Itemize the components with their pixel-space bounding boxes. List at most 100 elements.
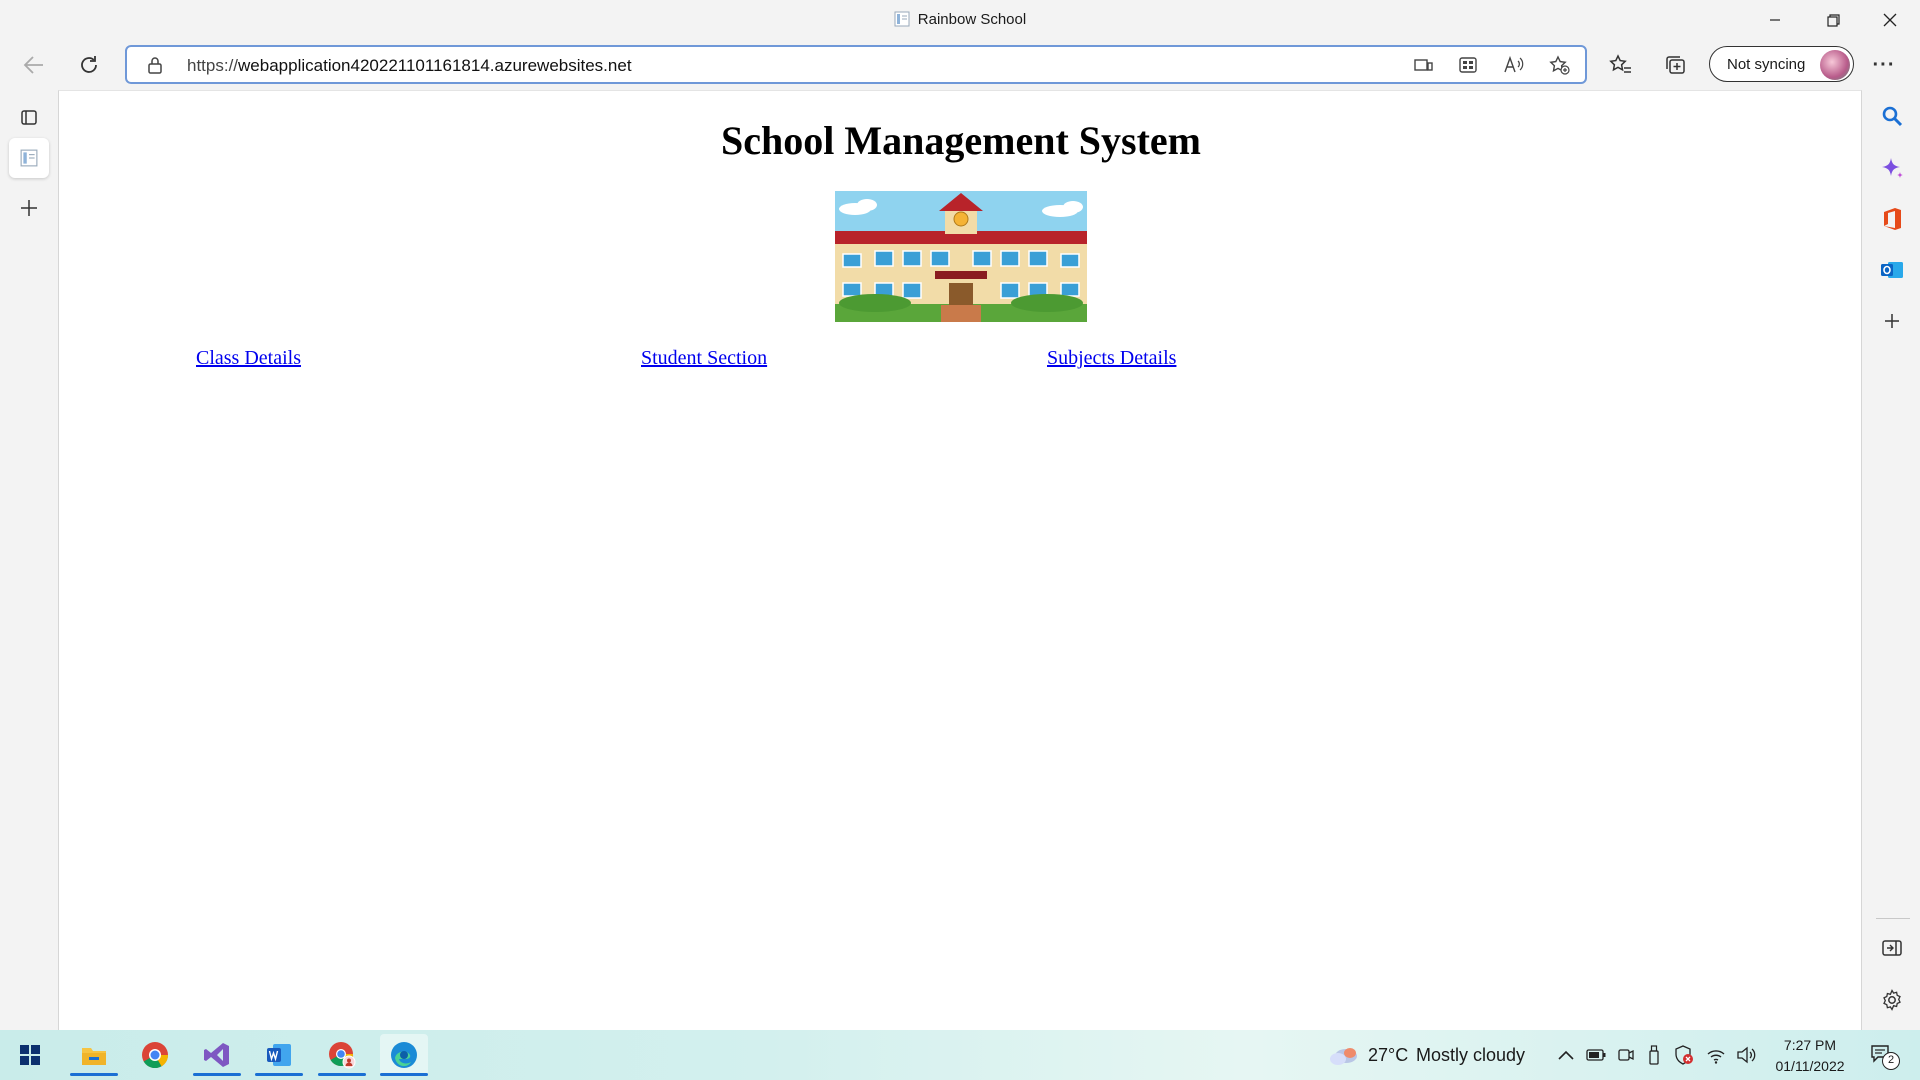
sidebar-add-button[interactable] xyxy=(1879,308,1905,334)
url-prefix: https:// xyxy=(187,56,239,75)
vertical-tabs-panel xyxy=(0,90,58,1030)
profile-sync-button[interactable]: Not syncing xyxy=(1709,46,1854,82)
app-available-icon[interactable] xyxy=(1412,55,1434,75)
read-aloud-icon[interactable] xyxy=(1503,55,1525,75)
tab-actions-button[interactable] xyxy=(9,97,49,137)
back-button[interactable] xyxy=(16,48,52,82)
url-text[interactable]: https://webapplication420221101161814.az… xyxy=(187,56,632,76)
student-section-link[interactable]: Student Section xyxy=(641,347,767,370)
clock-time: 7:27 PM xyxy=(1783,1037,1837,1053)
restore-button[interactable] xyxy=(1805,0,1861,40)
volume-tray-icon[interactable] xyxy=(1736,1045,1756,1065)
folder-icon xyxy=(82,1048,106,1065)
chrome-profile-icon xyxy=(329,1042,356,1069)
active-indicator xyxy=(380,1073,428,1076)
taskbar-edge[interactable] xyxy=(380,1034,428,1076)
hide-sidebar-icon xyxy=(1882,940,1902,956)
camera-icon xyxy=(1618,1049,1634,1061)
avatar xyxy=(1820,50,1850,80)
shield-warning-icon xyxy=(1675,1045,1693,1065)
active-indicator xyxy=(70,1073,118,1076)
favorites-button[interactable] xyxy=(1603,48,1639,82)
restore-icon xyxy=(1826,13,1840,27)
sparkle-icon xyxy=(1882,158,1903,178)
show-hidden-icons-button[interactable] xyxy=(1556,1045,1576,1065)
lock-icon[interactable] xyxy=(147,56,163,74)
address-bar[interactable]: https://webapplication420221101161814.az… xyxy=(125,45,1587,84)
chevron-up-icon xyxy=(1558,1050,1574,1060)
vertical-tab-rainbow-school[interactable] xyxy=(9,138,49,178)
start-button[interactable] xyxy=(6,1034,54,1076)
url-host: webapplication420221101161814.azurewebsi… xyxy=(238,56,632,75)
refresh-button[interactable] xyxy=(71,48,107,82)
outlook-icon xyxy=(1881,262,1903,278)
sidebar-divider xyxy=(1876,918,1910,919)
network-tray-icon[interactable] xyxy=(1706,1045,1726,1065)
search-icon xyxy=(1882,106,1903,127)
collections-button[interactable] xyxy=(1657,48,1693,82)
wifi-icon xyxy=(1707,1050,1725,1064)
clock-date: 01/11/2022 xyxy=(1775,1058,1845,1074)
gear-icon xyxy=(1883,989,1901,1011)
tab-title-text: Rainbow School xyxy=(917,11,1027,28)
page-favicon-icon xyxy=(20,149,38,167)
taskbar-chrome[interactable] xyxy=(131,1034,179,1076)
minimize-icon xyxy=(1770,19,1780,21)
sidebar-discover-button[interactable] xyxy=(1879,155,1905,181)
collections-icon xyxy=(1666,56,1685,74)
weather-icon[interactable] xyxy=(1328,1045,1360,1065)
close-button[interactable] xyxy=(1862,0,1918,40)
page-title: School Management System xyxy=(721,118,1201,163)
back-arrow-icon xyxy=(23,56,43,74)
close-icon xyxy=(1883,13,1897,27)
battery-icon xyxy=(1586,1049,1606,1061)
weather-temperature[interactable]: 27°C xyxy=(1368,1045,1408,1066)
settings-more-button[interactable]: ··· xyxy=(1866,48,1902,82)
windows-icon xyxy=(20,1045,40,1065)
usb-tray-icon[interactable] xyxy=(1644,1045,1664,1065)
web-content: School Management System Class Details S… xyxy=(58,90,1862,1030)
sidebar-outlook-button[interactable] xyxy=(1879,257,1905,283)
add-favorite-icon[interactable] xyxy=(1548,55,1570,75)
cloudy-weather-icon xyxy=(1330,1048,1357,1065)
immersive-reader-grid-icon[interactable] xyxy=(1457,55,1479,75)
system-clock[interactable]: 7:27 PM 01/11/2022 xyxy=(1762,1035,1858,1077)
sidebar-office-button[interactable] xyxy=(1879,206,1905,232)
sync-status-label: Not syncing xyxy=(1727,56,1806,73)
school-building-image xyxy=(835,191,1087,322)
minimize-button[interactable] xyxy=(1747,0,1803,40)
office-icon xyxy=(1884,208,1901,230)
taskbar: 27°C Mostly cloudy 7:27 PM 01/11/2022 2 xyxy=(0,1030,1920,1080)
notification-count-badge: 2 xyxy=(1882,1052,1900,1070)
page-favicon-icon xyxy=(894,11,910,27)
active-indicator xyxy=(255,1073,303,1076)
speaker-icon xyxy=(1737,1046,1756,1064)
new-tab-button[interactable] xyxy=(9,188,49,228)
active-indicator xyxy=(318,1073,366,1076)
title-bar: Rainbow School xyxy=(0,0,1920,40)
edge-sidebar xyxy=(1862,90,1920,1030)
more-label: ··· xyxy=(1872,53,1896,76)
tab-title: Rainbow School xyxy=(0,11,1920,28)
sidebar-search-button[interactable] xyxy=(1879,103,1905,129)
plus-icon xyxy=(1885,314,1899,328)
word-icon xyxy=(267,1044,291,1066)
taskbar-chrome-profile[interactable] xyxy=(318,1034,366,1076)
class-details-link[interactable]: Class Details xyxy=(196,347,301,370)
subjects-details-link[interactable]: Subjects Details xyxy=(1047,347,1176,370)
taskbar-visual-studio[interactable] xyxy=(193,1034,241,1076)
edge-icon xyxy=(391,1042,417,1068)
weather-condition[interactable]: Mostly cloudy xyxy=(1416,1045,1525,1066)
taskbar-file-explorer[interactable] xyxy=(70,1034,118,1076)
sidebar-settings-button[interactable] xyxy=(1879,987,1905,1013)
security-tray-icon[interactable] xyxy=(1674,1045,1694,1065)
favorites-list-icon xyxy=(1609,54,1631,73)
refresh-icon xyxy=(81,56,97,73)
battery-tray-icon[interactable] xyxy=(1586,1045,1606,1065)
chrome-icon xyxy=(142,1042,169,1069)
sidebar-hide-button[interactable] xyxy=(1879,935,1905,961)
taskbar-word[interactable] xyxy=(255,1034,303,1076)
active-indicator xyxy=(193,1073,241,1076)
tab-actions-icon xyxy=(21,110,37,125)
meet-now-tray-icon[interactable] xyxy=(1616,1045,1636,1065)
